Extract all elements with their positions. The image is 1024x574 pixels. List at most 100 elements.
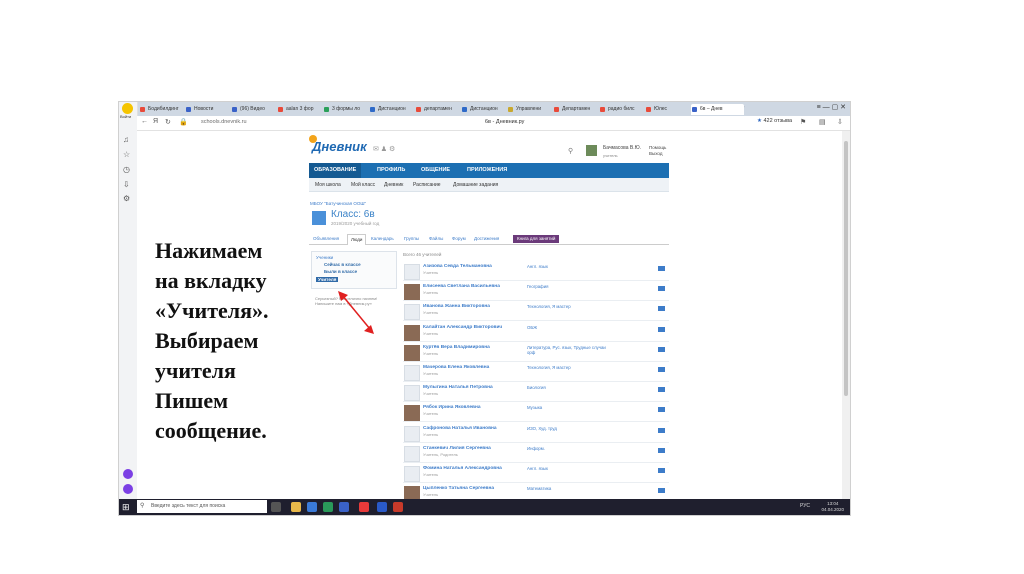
user-avatar-icon[interactable] [122, 103, 133, 114]
teacher-name[interactable]: Иванова Жанна Викторовна [423, 304, 490, 309]
teacher-avatar[interactable] [404, 466, 420, 482]
teacher-subject[interactable]: Технология, Я мастер [527, 365, 607, 370]
nav-apps[interactable]: ПРИЛОЖЕНИЯ [467, 167, 507, 173]
yandex-icon[interactable]: Я [153, 118, 158, 125]
teacher-row[interactable]: Цыпленко Татьяна Сергеевна Учитель Математ… [403, 482, 669, 499]
envelope-icon[interactable] [658, 488, 665, 494]
bell-icon[interactable]: ♫ [123, 135, 129, 144]
teacher-row[interactable]: Иванова Жанна Викторовна Учитель Технологи… [403, 300, 669, 322]
alice-voice-icon[interactable] [123, 484, 133, 494]
envelope-icon[interactable] [658, 266, 665, 271]
teacher-subject[interactable]: Биология [527, 385, 607, 390]
teacher-row[interactable]: Станкевич Лилия Сергеевна Учитель, Родите… [403, 442, 669, 463]
teacher-avatar[interactable] [404, 425, 420, 442]
subnav-diary[interactable]: Дневник [384, 182, 403, 188]
teacher-name[interactable]: Куртёв Вера Владимировна [423, 345, 490, 350]
alice-icon[interactable] [123, 469, 133, 479]
teacher-subject[interactable]: Литература, Рус. язык, Трудные случаи ор… [527, 345, 607, 355]
url-field[interactable]: schools.dnevnik.ru [201, 119, 247, 125]
app-icon[interactable] [323, 502, 333, 512]
teacher-avatar[interactable] [404, 365, 420, 381]
yandex-browser-icon[interactable] [359, 502, 369, 512]
teacher-subject[interactable]: Технология, Я мастер [527, 304, 607, 309]
browser-tab[interactable]: 6в – Днев [691, 104, 744, 115]
extensions-icon[interactable]: ▤ [819, 118, 826, 126]
star-icon[interactable]: ☆ [123, 150, 130, 159]
tab-announcements[interactable]: Объявления [313, 236, 339, 241]
word-icon[interactable] [377, 502, 387, 512]
windows-start-icon[interactable]: ⊞ [122, 502, 130, 513]
tab-files[interactable]: Файлы [429, 236, 443, 241]
powerpoint-icon[interactable] [393, 502, 403, 512]
envelope-icon[interactable] [658, 367, 665, 372]
search-icon[interactable]: ⚲ [568, 147, 573, 155]
teacher-name[interactable]: Сафронова Наталья Ивановна [423, 426, 497, 431]
envelope-icon[interactable] [658, 407, 665, 413]
teacher-subject[interactable]: Математика [527, 486, 607, 491]
teacher-subject[interactable]: Информ. [527, 446, 607, 451]
subnav-my-class[interactable]: Мой класс [351, 182, 375, 188]
teacher-avatar[interactable] [404, 486, 420, 499]
teacher-row[interactable]: Рябок Ирина Яковлевна Учитель Музыка [403, 401, 669, 423]
settings-icon[interactable]: ⚙ [123, 194, 130, 203]
teacher-name[interactable]: Фомина Наталья Александровна [423, 466, 502, 471]
sidebar-login-label[interactable]: Войти [120, 114, 131, 119]
teacher-subject[interactable]: ИЗО, Худ. труд [527, 426, 607, 431]
tray-clock[interactable]: 13:04 04.04.2020 [821, 501, 844, 513]
logout-link[interactable]: Выход [649, 151, 666, 157]
teacher-name[interactable]: Мачерова Елена Яковлевна [423, 365, 489, 370]
teacher-row[interactable]: Мачерова Елена Яковлевна Учитель Технологи… [403, 361, 669, 382]
subnav-homework[interactable]: Домашние задания [453, 182, 498, 188]
teacher-row[interactable]: Елисеева Светлана Васильевна Учитель Геогр… [403, 280, 669, 302]
site-logo[interactable]: Дневник [312, 139, 367, 154]
downloads-icon[interactable]: ⇩ [123, 180, 130, 189]
envelope-icon[interactable] [658, 286, 665, 292]
user-name[interactable]: Бачмасова В.Ю. [603, 145, 641, 151]
envelope-icon[interactable] [658, 387, 665, 393]
teacher-subject[interactable]: ОБЖ [527, 325, 607, 330]
reload-icon[interactable]: ↻ [165, 118, 171, 126]
page-scrollbar[interactable] [842, 131, 850, 499]
teacher-avatar[interactable] [404, 284, 420, 301]
avatar[interactable] [586, 145, 597, 156]
mail-icon[interactable] [339, 502, 349, 512]
envelope-icon[interactable] [658, 427, 665, 433]
nav-profile[interactable]: ПРОФИЛЬ [377, 167, 405, 173]
teacher-avatar[interactable] [404, 405, 420, 422]
envelope-icon[interactable] [658, 447, 665, 453]
teacher-row[interactable]: Фомина Наталья Александровна Учитель Англ.… [403, 462, 669, 483]
teacher-row[interactable]: Мулыгина Наталья Петровна Учитель Биология [403, 381, 669, 403]
clock-icon[interactable]: ◷ [123, 165, 130, 174]
class-book-button[interactable]: Книга для занятий [513, 235, 560, 243]
teacher-subject[interactable]: Англ. язык [527, 466, 607, 471]
teacher-subject[interactable]: География [527, 284, 607, 289]
teacher-subject[interactable]: Англ. язык [527, 264, 607, 269]
teacher-name[interactable]: Рябок Ирина Яковлевна [423, 405, 481, 410]
teacher-avatar[interactable] [404, 264, 420, 280]
store-icon[interactable] [307, 502, 317, 512]
nav-education[interactable]: ОБРАЗОВАНИЕ [309, 163, 362, 178]
envelope-icon[interactable] [658, 326, 665, 332]
download-icon[interactable]: ⇩ [837, 118, 843, 126]
tray-language[interactable]: РУС [800, 503, 810, 509]
back-icon[interactable]: ← [141, 118, 148, 125]
teacher-name[interactable]: Станкевич Лилия Сергеевна [423, 446, 491, 451]
tab-calendar[interactable]: Календарь [371, 236, 394, 241]
side-now-in-class[interactable]: Сейчас в классе [324, 262, 361, 267]
teacher-name[interactable]: Мулыгина Наталья Петровна [423, 385, 493, 390]
teacher-row[interactable]: Сафронова Наталья Ивановна Учитель ИЗО, Ху… [403, 422, 669, 443]
side-were-in-class[interactable]: Были в классе [324, 269, 357, 274]
teacher-name[interactable]: Цыпленко Татьяна Сергеевна [423, 486, 494, 491]
nav-communication[interactable]: ОБЩЕНИЕ [421, 167, 450, 173]
teacher-avatar[interactable] [404, 304, 420, 321]
window-controls[interactable]: ≡ — ▢ ✕ [817, 103, 846, 111]
teacher-subject[interactable]: Музыка [527, 405, 607, 410]
teacher-avatar[interactable] [404, 344, 420, 361]
school-link[interactable]: МБОУ "Батучинская ООШ" [310, 201, 366, 206]
envelope-icon[interactable] [658, 306, 665, 312]
tab-achievements[interactable]: Достижения [474, 236, 499, 241]
bookmark-icon[interactable]: ⚑ [800, 118, 806, 126]
teacher-avatar[interactable] [404, 385, 420, 402]
envelope-icon[interactable] [658, 468, 665, 473]
subnav-schedule[interactable]: Расписание [413, 182, 441, 188]
